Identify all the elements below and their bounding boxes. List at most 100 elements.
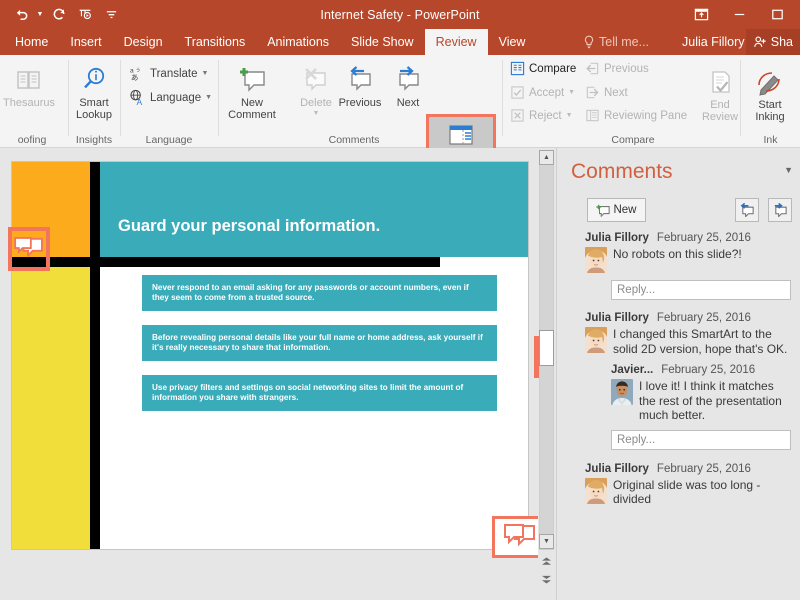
comment-date: February 25, 2016 [657,463,751,475]
undo-icon[interactable] [8,3,34,27]
ribbon-display-options-icon[interactable] [682,0,720,29]
accept-dropdown-icon[interactable]: ▼ [568,89,575,96]
slide-title-banner[interactable] [100,162,528,257]
comment-thread[interactable]: Julia Fillory February 25, 2016 No robot… [557,232,800,300]
comments-pane: Comments ▼ New Julia Fillory February 25… [556,148,800,600]
start-presentation-icon[interactable] [72,3,98,27]
tab-home[interactable]: Home [4,29,59,55]
share-button[interactable]: Sha [746,29,800,55]
scroll-down-button[interactable]: ▼ [539,534,554,549]
end-review-button[interactable]: EndReview [695,61,745,123]
undo-dropdown-icon[interactable]: ▼ [34,3,46,27]
thesaurus-label: Thesaurus [3,97,55,109]
tab-review[interactable]: Review [425,29,488,55]
compare-previous-button[interactable]: Previous [585,61,649,76]
reject-button[interactable]: Reject ▼ [510,108,573,123]
comment-reply-date: February 25, 2016 [661,364,755,376]
start-inking-icon [755,61,785,97]
minimize-icon[interactable] [720,0,758,29]
thesaurus-button[interactable]: Thesaurus [0,59,60,109]
previous-comment-pane-button[interactable] [735,198,759,222]
previous-comment-icon [344,59,376,95]
tab-design[interactable]: Design [113,29,174,55]
previous-slide-button[interactable] [539,554,554,568]
share-person-icon [753,35,767,49]
reply-input[interactable]: Reply... [611,280,791,300]
insights-group-label: Insights [69,134,119,146]
slide-vertical-scrollbar[interactable]: ▲ ▼ [538,148,554,600]
translate-dropdown-icon[interactable]: ▼ [202,70,209,77]
accept-icon [510,85,525,100]
language-button[interactable]: A Language ▼ [129,89,212,106]
smart-lookup-button[interactable]: SmartLookup [63,59,125,121]
comments-pane-title: Comments [571,160,673,184]
restore-icon[interactable] [758,0,796,29]
comments-pane-dropdown-icon[interactable]: ▼ [784,165,793,175]
ribbon: Thesaurus oofing SmartLookup Insights aぅ… [0,55,800,148]
title-bar: Internet Safety - PowerPoint ▼ [0,0,800,29]
next-slide-button[interactable] [539,572,554,586]
new-comment-icon [236,59,268,95]
comment-thread[interactable]: Julia Fillory February 25, 2016 Original… [557,463,800,507]
thesaurus-icon [14,59,44,95]
language-dropdown-icon[interactable]: ▼ [205,94,212,101]
ribbon-tabs: Home Insert Design Transitions Animation… [4,29,536,55]
compare-button[interactable]: Compare [510,61,576,76]
delete-dropdown-icon[interactable]: ▼ [313,110,320,117]
slide-bullet-1[interactable]: Never respond to an email asking for any… [142,275,497,311]
slide-bullet-2[interactable]: Before revealing personal details like y… [142,325,497,361]
comment-reply[interactable]: Javier... February 25, 2016 [611,364,791,423]
comments-list[interactable]: Julia Fillory February 25, 2016 No robot… [557,230,800,600]
slide-yellow-block [12,267,90,549]
user-account-name[interactable]: Julia Fillory [682,29,745,55]
start-inking-label-2: Inking [755,111,784,123]
slide-canvas[interactable]: Guard your personal information. Never r… [11,161,529,550]
tab-transitions[interactable]: Transitions [174,29,257,55]
comment-reply-header: Javier... February 25, 2016 [611,364,791,376]
scrollbar-thumb[interactable] [539,330,554,366]
new-comment-label-2: Comment [228,109,276,121]
next-comment-pane-button[interactable] [768,198,792,222]
comment-header: Julia Fillory February 25, 2016 [585,463,791,475]
reviewing-pane-label: Reviewing Pane [604,110,687,122]
tell-me-search[interactable]: Tell me... [583,29,649,55]
comment-thread[interactable]: Julia Fillory February 25, 2016 I change… [557,312,800,450]
language-group-label: Language [121,134,217,146]
start-inking-button[interactable]: StartInking [739,61,800,123]
compare-label: Compare [529,63,576,75]
tab-slide-show[interactable]: Slide Show [340,29,425,55]
comment-author: Julia Fillory [585,463,649,475]
reject-icon [510,108,525,123]
reject-dropdown-icon[interactable]: ▼ [566,112,573,119]
new-comment-button[interactable]: NewComment [221,59,283,121]
comment-text: No robots on this slide?! [613,247,742,273]
tab-view[interactable]: View [488,29,537,55]
reviewing-pane-button[interactable]: Reviewing Pane [585,108,687,123]
customize-qat-icon[interactable] [98,3,124,27]
delete-label: Delete [300,97,332,109]
next-comment-button[interactable]: Next [377,59,439,109]
comment-bubble-icon [503,524,537,550]
new-comment-pane-button[interactable]: New [587,198,646,222]
slide-bullet-3[interactable]: Use privacy filters and settings on soci… [142,375,497,411]
comment-marker-title[interactable] [8,227,50,271]
smart-lookup-label-1: Smart [79,97,108,109]
proofing-group-label: oofing [0,134,70,146]
slide-black-vertical-bar [90,162,100,549]
ribbon-group-language: aぅあ Translate ▼ A Language ▼ Language [121,55,217,148]
compare-next-button[interactable]: Next [585,85,628,100]
comment-date: February 25, 2016 [657,232,751,244]
scroll-up-button[interactable]: ▲ [539,150,554,165]
svg-text:A: A [137,97,143,106]
reply-input[interactable]: Reply... [611,430,791,450]
tab-animations[interactable]: Animations [256,29,340,55]
accept-button[interactable]: Accept ▼ [510,85,575,100]
next-comment-label: Next [397,97,420,109]
comment-author: Julia Fillory [585,232,649,244]
redo-icon[interactable] [46,3,72,27]
translate-button[interactable]: aぅあ Translate ▼ [129,65,208,82]
start-inking-label-1: Start [758,99,781,111]
accept-label: Accept [529,87,564,99]
ribbon-group-proofing: Thesaurus oofing [0,55,70,148]
tab-insert[interactable]: Insert [59,29,112,55]
